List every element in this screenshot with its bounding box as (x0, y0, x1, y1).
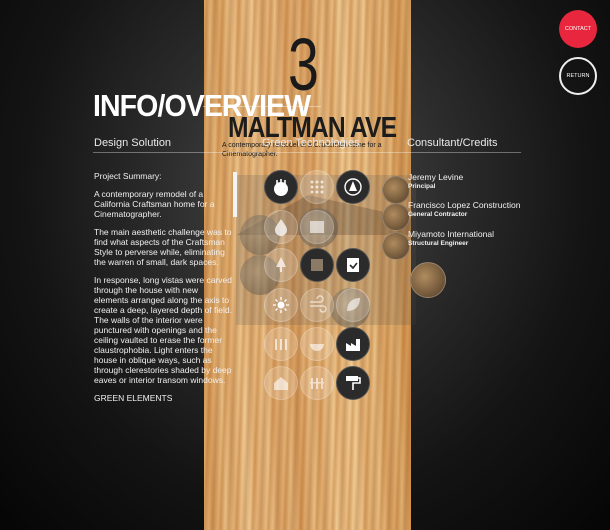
bowl-icon[interactable] (300, 327, 334, 361)
paint-roller-icon[interactable] (336, 366, 370, 400)
credit-thumbnail[interactable] (410, 262, 446, 298)
credit-thumbnail[interactable] (382, 232, 410, 260)
box-icon[interactable] (300, 248, 334, 282)
summary-paragraph: In response, long vistas were carved thr… (94, 275, 232, 385)
tree-icon[interactable] (264, 248, 298, 282)
accent-bar (233, 172, 237, 217)
column-design-solution: Design Solution (94, 137, 172, 149)
factory-icon[interactable] (336, 327, 370, 361)
column-rule (93, 152, 521, 153)
summary-paragraph: The main aesthetic challenge was to find… (94, 227, 232, 267)
credit-name: Miyamoto International (408, 229, 494, 239)
project-summary: Project Summary: A contemporary remodel … (94, 171, 232, 411)
sun-icon[interactable] (264, 288, 298, 322)
credit-role: Structural Engineer (408, 240, 469, 247)
grid-icon[interactable] (300, 170, 334, 204)
title-rule (203, 106, 321, 107)
credit-entry: Jeremy Levine Principal (408, 172, 463, 191)
column-consultant-credits: Consultant/Credits (407, 137, 498, 149)
document-check-icon[interactable] (336, 248, 370, 282)
credit-name: Jeremy Levine (408, 172, 464, 182)
summary-paragraph: A contemporary remodel of a California C… (94, 189, 215, 219)
return-button[interactable]: RETURN (559, 57, 597, 95)
fence-icon[interactable] (300, 366, 334, 400)
contact-button[interactable]: CONTACT (559, 10, 597, 48)
credit-thumbnail[interactable] (382, 176, 410, 204)
wind-icon[interactable] (300, 288, 334, 322)
leaf-icon[interactable] (336, 288, 370, 322)
summary-heading: Project Summary: (94, 171, 162, 181)
green-elements-label: GREEN ELEMENTS (94, 393, 173, 403)
credit-role: Principal (408, 183, 436, 190)
credit-name: Francisco Lopez Construction (408, 200, 521, 210)
credit-role: General Contractor (408, 211, 468, 218)
credit-thumbnail[interactable] (382, 203, 410, 231)
photo-icon[interactable] (300, 210, 334, 244)
column-green-technologies: Green Technologies (262, 137, 360, 149)
water-drop-icon[interactable] (264, 210, 298, 244)
compass-arrow-icon[interactable] (336, 170, 370, 204)
house-small-icon[interactable] (264, 366, 298, 400)
credit-entry: Miyamoto International Structural Engine… (408, 229, 494, 248)
fence-icon[interactable] (264, 327, 298, 361)
wheat-icon[interactable] (264, 170, 298, 204)
credit-entry: Francisco Lopez Construction General Con… (408, 200, 520, 219)
